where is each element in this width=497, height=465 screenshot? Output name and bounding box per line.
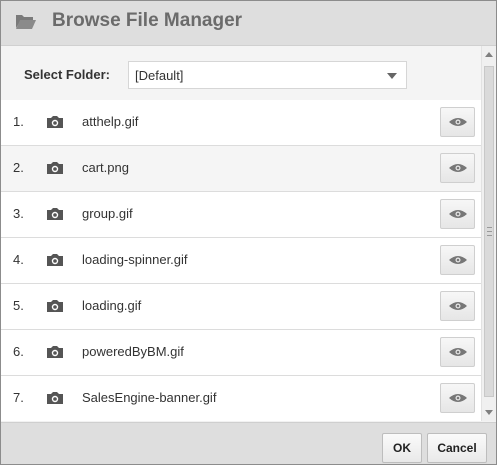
vertical-scrollbar[interactable] (481, 46, 496, 421)
cancel-button[interactable]: Cancel (427, 433, 487, 463)
file-name[interactable]: loading-spinner.gif (82, 252, 188, 267)
dialog-content: Select Folder: [Default] 1. atthelp.gif … (1, 46, 496, 421)
scrollbar-thumb[interactable] (484, 66, 494, 397)
preview-button[interactable] (440, 245, 475, 275)
preview-button[interactable] (440, 199, 475, 229)
file-row[interactable]: 7. SalesEngine-banner.gif (1, 376, 481, 421)
eye-icon (449, 394, 467, 402)
preview-button[interactable] (440, 291, 475, 321)
folder-selector-row: Select Folder: [Default] (1, 46, 481, 99)
camera-icon (45, 252, 65, 268)
file-row[interactable]: 1. atthelp.gif (1, 100, 481, 146)
folder-select-value: [Default] (135, 68, 184, 83)
file-name[interactable]: group.gif (82, 206, 133, 221)
scrollbar-grip-icon (487, 227, 492, 236)
select-folder-label: Select Folder: (24, 67, 110, 82)
dialog-title: Browse File Manager (52, 10, 243, 31)
chevron-down-icon (387, 73, 397, 79)
file-row[interactable]: 4. loading-spinner.gif (1, 238, 481, 284)
file-name[interactable]: SalesEngine-banner.gif (82, 390, 216, 405)
camera-icon (45, 390, 65, 406)
preview-button[interactable] (440, 383, 475, 413)
file-name[interactable]: cart.png (82, 160, 129, 175)
preview-button[interactable] (440, 337, 475, 367)
folder-select[interactable]: [Default] (128, 61, 407, 89)
eye-icon (449, 210, 467, 218)
eye-icon (449, 348, 467, 356)
camera-icon (45, 298, 65, 314)
file-row[interactable]: 2. cart.png (1, 146, 481, 192)
browse-file-manager-dialog: Browse File Manager Select Folder: [Defa… (0, 0, 497, 465)
file-row[interactable]: 6. poweredByBM.gif (1, 330, 481, 376)
eye-icon (449, 164, 467, 172)
dialog-footer: OK Cancel (1, 422, 496, 464)
dialog-titlebar: Browse File Manager (1, 1, 496, 46)
camera-icon (45, 344, 65, 360)
ok-button[interactable]: OK (382, 433, 422, 463)
file-list: 1. atthelp.gif 2. cart.png 3. group.gif … (1, 100, 481, 421)
file-row[interactable]: 5. loading.gif (1, 284, 481, 330)
file-name[interactable]: poweredByBM.gif (82, 344, 184, 359)
preview-button[interactable] (440, 107, 475, 137)
eye-icon (449, 256, 467, 264)
file-number: 6. (13, 344, 24, 359)
folder-open-icon (15, 12, 37, 30)
preview-button[interactable] (440, 153, 475, 183)
file-number: 3. (13, 206, 24, 221)
camera-icon (45, 206, 65, 222)
file-number: 5. (13, 298, 24, 313)
file-number: 4. (13, 252, 24, 267)
file-name[interactable]: loading.gif (82, 298, 141, 313)
scroll-up-arrow-icon[interactable] (485, 52, 493, 57)
file-row[interactable]: 3. group.gif (1, 192, 481, 238)
eye-icon (449, 118, 467, 126)
scroll-down-arrow-icon[interactable] (485, 410, 493, 415)
eye-icon (449, 302, 467, 310)
file-number: 2. (13, 160, 24, 175)
file-name[interactable]: atthelp.gif (82, 114, 138, 129)
file-number: 1. (13, 114, 24, 129)
file-number: 7. (13, 390, 24, 405)
camera-icon (45, 114, 65, 130)
camera-icon (45, 160, 65, 176)
